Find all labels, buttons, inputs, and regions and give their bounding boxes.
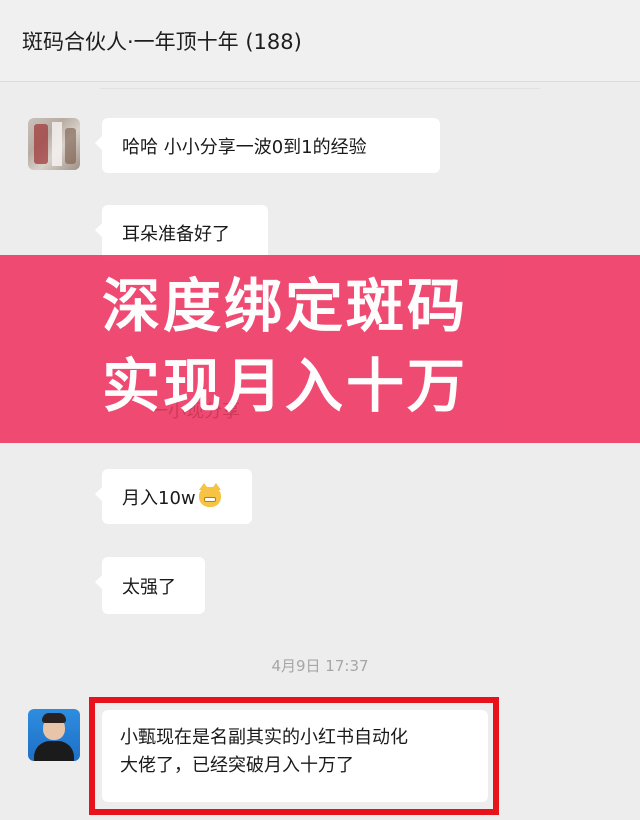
avatar-photo-shape: [34, 741, 74, 761]
banner-headline-line-1: 深度绑定斑码: [102, 272, 469, 340]
message-text: 太强了: [122, 576, 176, 598]
message-bubble[interactable]: 耳朵准备好了: [95, 205, 268, 260]
message-bubble[interactable]: 太强了: [95, 557, 205, 614]
avatar-photo-shape: [34, 124, 48, 164]
scroll-edge: [100, 88, 540, 89]
sender-avatar-1[interactable]: [28, 118, 80, 170]
avatar-photo-shape: [65, 128, 76, 164]
message-bubble[interactable]: 哈哈 小小分享一波0到1的经验: [95, 118, 440, 173]
message-bubble[interactable]: 月入10w: [95, 469, 252, 524]
promo-banner-overlay: 一小现分享 深度绑定斑码 实现月入十万: [0, 255, 640, 443]
sender-avatar-2[interactable]: [28, 709, 80, 761]
message-text: 耳朵准备好了: [122, 223, 230, 245]
message-timestamp: 4月9日 17:37: [271, 657, 369, 675]
avatar-photo-shape: [42, 713, 66, 723]
banner-headline-line-2: 实现月入十万: [102, 352, 469, 420]
chat-header: 斑码合伙人·一年顶十年 (188): [0, 0, 640, 82]
avatar-photo-shape: [52, 122, 62, 166]
message-text: 月入10w: [122, 487, 196, 509]
red-highlight-box: [89, 697, 499, 815]
message-text: 哈哈 小小分享一波0到1的经验: [122, 136, 367, 158]
cat-emoji-icon: [198, 482, 221, 507]
group-chat-title[interactable]: 斑码合伙人·一年顶十年 (188): [22, 26, 302, 56]
